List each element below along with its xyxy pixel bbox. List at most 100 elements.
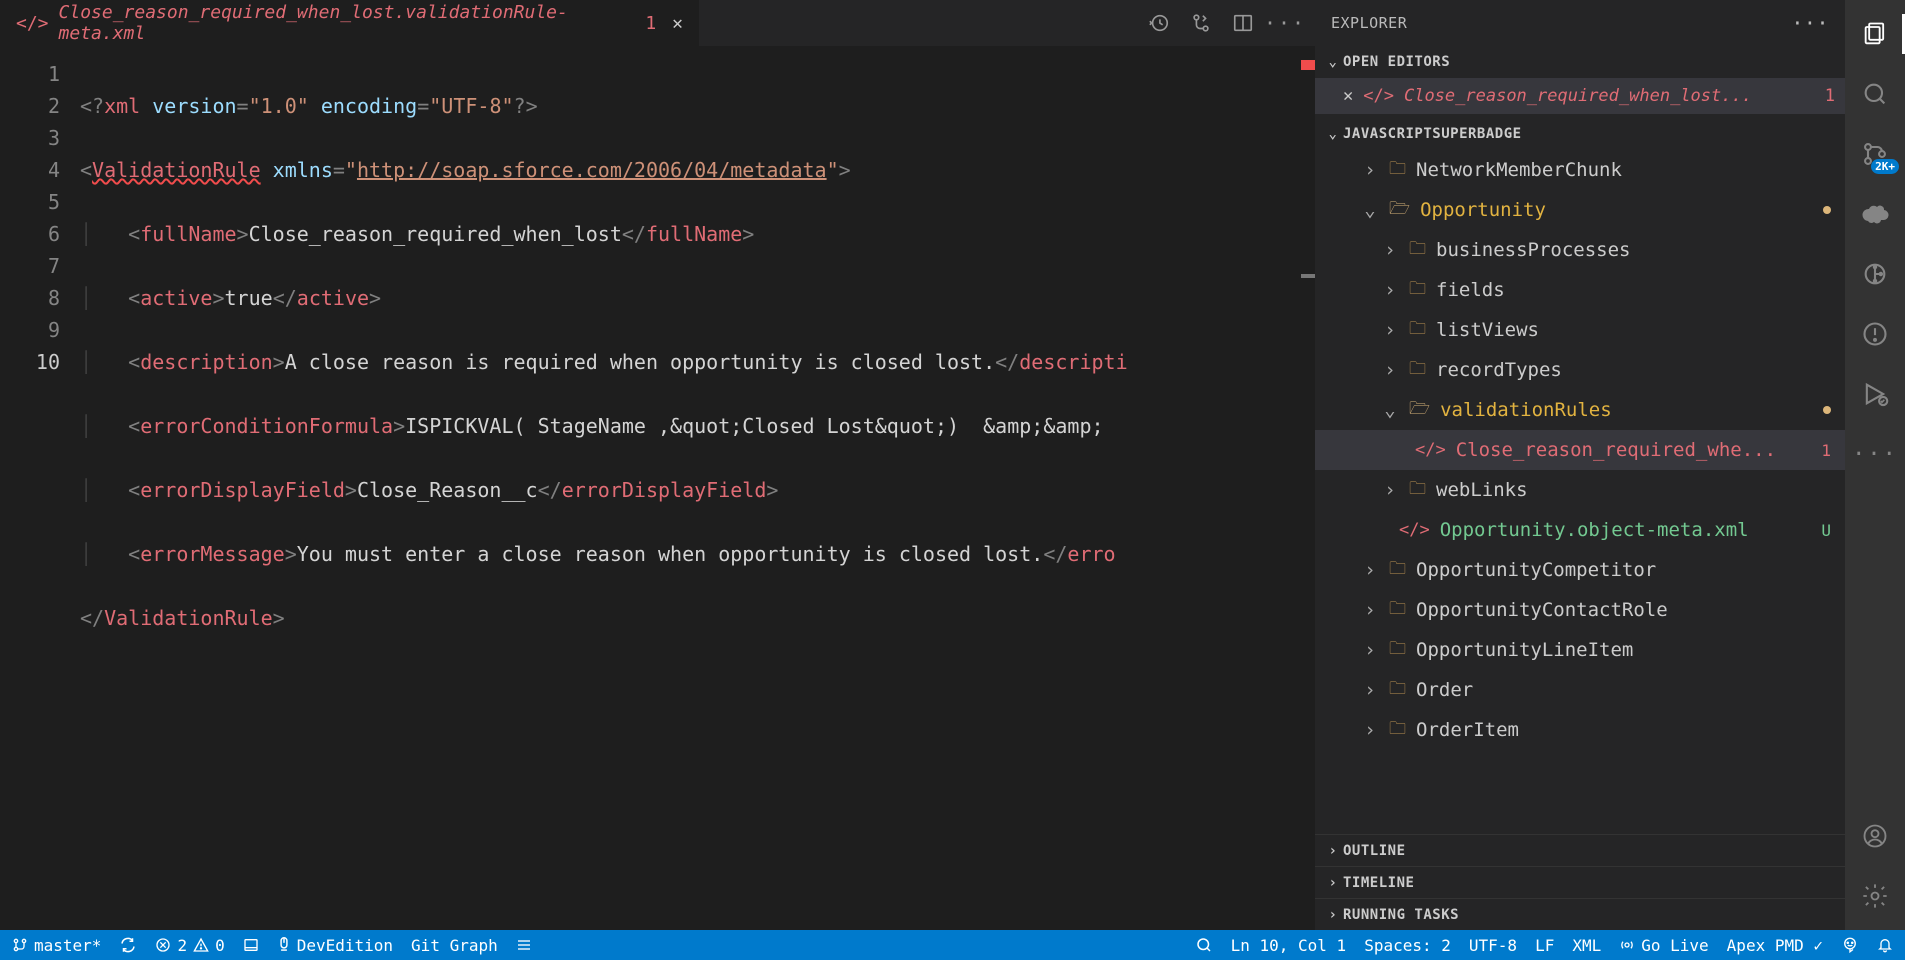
outline-section[interactable]: › OUTLINE	[1315, 834, 1845, 866]
run-debug-tab-icon[interactable]	[1857, 376, 1893, 412]
git-branch-status[interactable]: master*	[12, 936, 101, 955]
running-tasks-section[interactable]: › RUNNING TASKS	[1315, 898, 1845, 930]
folder-icon: 🗀	[1389, 716, 1406, 745]
modified-dot-icon	[1823, 406, 1831, 414]
folder-order[interactable]: › 🗀 Order	[1315, 670, 1845, 710]
split-editor-icon[interactable]	[1231, 11, 1255, 35]
scm-badge: 2K+	[1871, 159, 1899, 174]
untracked-badge: U	[1821, 521, 1831, 540]
workspace-name: JAVASCRIPTSUPERBADGE	[1343, 126, 1522, 142]
folder-open-icon: 🗁	[1389, 196, 1410, 225]
folder-icon: 🗀	[1409, 476, 1426, 505]
minimap-error-marker	[1301, 60, 1315, 70]
encoding-status[interactable]: UTF-8	[1469, 936, 1517, 955]
chevron-right-icon: ›	[1381, 319, 1399, 341]
tab-bar: </> Close_reason_required_when_lost.vali…	[0, 0, 1315, 46]
chevron-right-icon: ›	[1361, 159, 1379, 181]
chevron-down-icon: ⌄	[1381, 399, 1399, 421]
sync-status[interactable]	[119, 936, 137, 954]
git-graph-tab-icon[interactable]	[1857, 256, 1893, 292]
go-live-status[interactable]: Go Live	[1619, 936, 1708, 955]
folder-icon: 🗀	[1409, 236, 1426, 265]
eol-status[interactable]: LF	[1535, 936, 1554, 955]
menu-status[interactable]	[516, 937, 532, 953]
xml-file-icon: </>	[1363, 86, 1394, 106]
problems-status[interactable]: 2 0	[155, 936, 224, 955]
chevron-right-icon: ›	[1361, 559, 1379, 581]
indentation-status[interactable]: Spaces: 2	[1364, 936, 1451, 955]
explorer-title: EXPLORER	[1331, 14, 1407, 32]
file-tree: › 🗀 NetworkMemberChunk ⌄ 🗁 Opportunity ›…	[1315, 150, 1845, 834]
folder-opportunitylineitem[interactable]: › 🗀 OpportunityLineItem	[1315, 630, 1845, 670]
tab-problem-count: 1	[645, 13, 656, 34]
account-icon[interactable]	[1857, 818, 1893, 854]
chevron-right-icon: ›	[1361, 719, 1379, 741]
search-status-icon[interactable]	[1195, 936, 1213, 954]
explorer-tab-icon[interactable]	[1857, 16, 1893, 52]
search-tab-icon[interactable]	[1857, 76, 1893, 112]
folder-icon: 🗀	[1409, 316, 1426, 345]
timeline-section[interactable]: › TIMELINE	[1315, 866, 1845, 898]
folder-opportunity[interactable]: ⌄ 🗁 Opportunity	[1315, 190, 1845, 230]
folder-validationrules[interactable]: ⌄ 🗁 validationRules	[1315, 390, 1845, 430]
folder-businessprocesses[interactable]: › 🗀 businessProcesses	[1315, 230, 1845, 270]
settings-gear-icon[interactable]	[1857, 878, 1893, 914]
chevron-right-icon: ›	[1381, 479, 1399, 501]
folder-orderitem[interactable]: › 🗀 OrderItem	[1315, 710, 1845, 750]
folder-icon: 🗀	[1409, 356, 1426, 385]
modified-dot-icon	[1823, 206, 1831, 214]
more-actions-icon[interactable]: ···	[1273, 11, 1297, 35]
xml-file-icon: </>	[16, 13, 49, 34]
salesforce-tab-icon[interactable]	[1857, 196, 1893, 232]
chevron-down-icon: ⌄	[1323, 54, 1343, 70]
folder-recordtypes[interactable]: › 🗀 recordTypes	[1315, 350, 1845, 390]
layout-status[interactable]	[243, 937, 259, 953]
editor-tab-active[interactable]: </> Close_reason_required_when_lost.vali…	[0, 0, 700, 46]
minimap-position-marker	[1301, 274, 1315, 278]
open-editor-filename: Close_reason_required_when_lost...	[1404, 86, 1752, 106]
cursor-position-status[interactable]: Ln 10, Col 1	[1231, 936, 1347, 955]
git-graph-status[interactable]: Git Graph	[411, 936, 498, 955]
minimap[interactable]	[1299, 46, 1315, 930]
status-bar: master* 2 0 DevEdition Git Graph Ln 10, …	[0, 930, 1905, 960]
close-tab-icon[interactable]: ✕	[672, 13, 683, 34]
folder-fields[interactable]: › 🗀 fields	[1315, 270, 1845, 310]
folder-opportunitycompetitor[interactable]: › 🗀 OpportunityCompetitor	[1315, 550, 1845, 590]
code-editor[interactable]: 12345678910 <?xml version="1.0" encoding…	[0, 46, 1315, 930]
folder-icon: 🗀	[1389, 636, 1406, 665]
code-content[interactable]: <?xml version="1.0" encoding="UTF-8"?> <…	[80, 46, 1315, 930]
source-control-tab-icon[interactable]: 2K+	[1857, 136, 1893, 172]
compare-changes-icon[interactable]	[1189, 11, 1213, 35]
line-gutter: 12345678910	[0, 46, 80, 930]
more-tab-icon[interactable]: ···	[1857, 436, 1893, 472]
feedback-status-icon[interactable]	[1841, 936, 1859, 954]
close-editor-icon[interactable]: ✕	[1343, 86, 1353, 106]
chevron-down-icon: ⌄	[1361, 199, 1379, 221]
workspace-section[interactable]: ⌄ JAVASCRIPTSUPERBADGE	[1315, 118, 1845, 150]
folder-listviews[interactable]: › 🗀 listViews	[1315, 310, 1845, 350]
file-validationrule-xml[interactable]: </> Close_reason_required_whe... 1	[1315, 430, 1845, 470]
chevron-right-icon: ›	[1381, 279, 1399, 301]
folder-open-icon: 🗁	[1409, 396, 1430, 425]
folder-weblinks[interactable]: › 🗀 webLinks	[1315, 470, 1845, 510]
apex-pmd-status[interactable]: Apex PMD ✓	[1727, 936, 1823, 955]
chevron-right-icon: ›	[1323, 875, 1343, 891]
folder-icon: 🗀	[1409, 276, 1426, 305]
folder-networkmemberchunk[interactable]: › 🗀 NetworkMemberChunk	[1315, 150, 1845, 190]
language-mode-status[interactable]: XML	[1572, 936, 1601, 955]
warning-tab-icon[interactable]	[1857, 316, 1893, 352]
folder-opportunitycontactrole[interactable]: › 🗀 OpportunityContactRole	[1315, 590, 1845, 630]
open-editor-item[interactable]: ✕ </> Close_reason_required_when_lost...…	[1315, 78, 1845, 114]
org-status[interactable]: DevEdition	[277, 936, 393, 955]
open-editors-section[interactable]: ⌄ OPEN EDITORS	[1315, 46, 1845, 78]
tab-filename: Close_reason_required_when_lost.validati…	[59, 2, 632, 44]
xml-file-icon: </>	[1399, 520, 1430, 540]
chevron-right-icon: ›	[1361, 679, 1379, 701]
file-opportunity-object-meta[interactable]: </> Opportunity.object-meta.xml U	[1315, 510, 1845, 550]
history-icon[interactable]	[1147, 11, 1171, 35]
activity-bar: 2K+ ···	[1845, 0, 1905, 930]
chevron-down-icon: ⌄	[1323, 126, 1343, 142]
notifications-status-icon[interactable]	[1877, 937, 1893, 953]
editor-group: </> Close_reason_required_when_lost.vali…	[0, 0, 1315, 930]
explorer-more-icon[interactable]: ···	[1791, 11, 1829, 35]
